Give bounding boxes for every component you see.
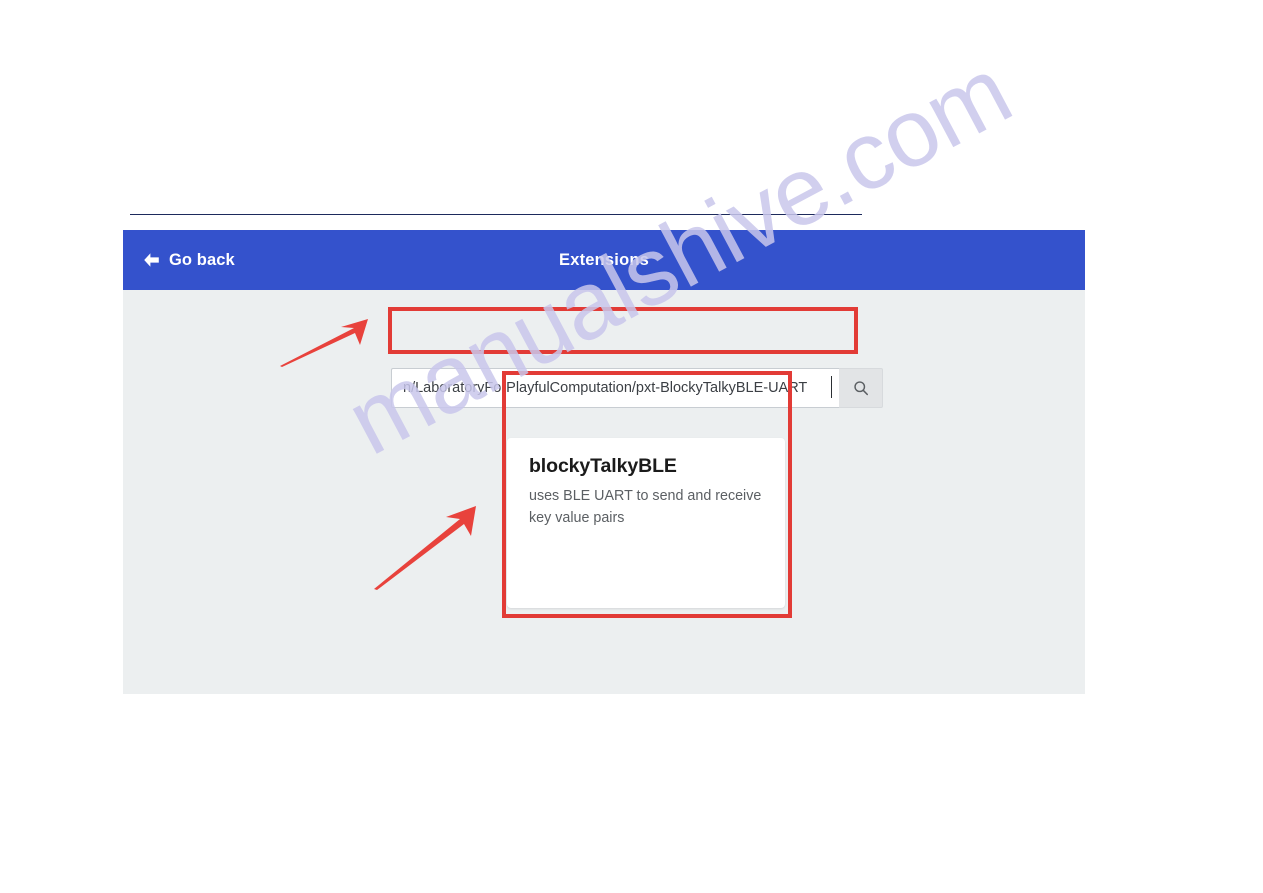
search-results-grid: blockyTalkyBLE uses BLE UART to send and… bbox=[507, 438, 785, 608]
arrow-left-icon bbox=[143, 252, 160, 268]
dialog-header: Go back Extensions bbox=[123, 230, 1085, 290]
extension-name: blockyTalkyBLE bbox=[529, 455, 677, 477]
search-button[interactable] bbox=[839, 368, 883, 408]
search-icon bbox=[853, 380, 869, 396]
search-input[interactable] bbox=[391, 368, 839, 408]
text-cursor bbox=[831, 376, 832, 398]
extension-description: uses BLE UART to send and receive key va… bbox=[529, 488, 762, 527]
go-back-button[interactable]: Go back bbox=[139, 230, 239, 290]
search-row bbox=[391, 368, 883, 408]
go-back-label: Go back bbox=[169, 250, 235, 269]
extension-card[interactable]: blockyTalkyBLE uses BLE UART to send and… bbox=[507, 438, 785, 608]
dialog-title: Extensions bbox=[558, 250, 650, 269]
extensions-dialog: Go back Extensions blockyTalkyBLE uses B… bbox=[123, 230, 1085, 694]
top-divider-rule bbox=[130, 214, 862, 215]
dialog-body: blockyTalkyBLE uses BLE UART to send and… bbox=[123, 290, 1085, 694]
